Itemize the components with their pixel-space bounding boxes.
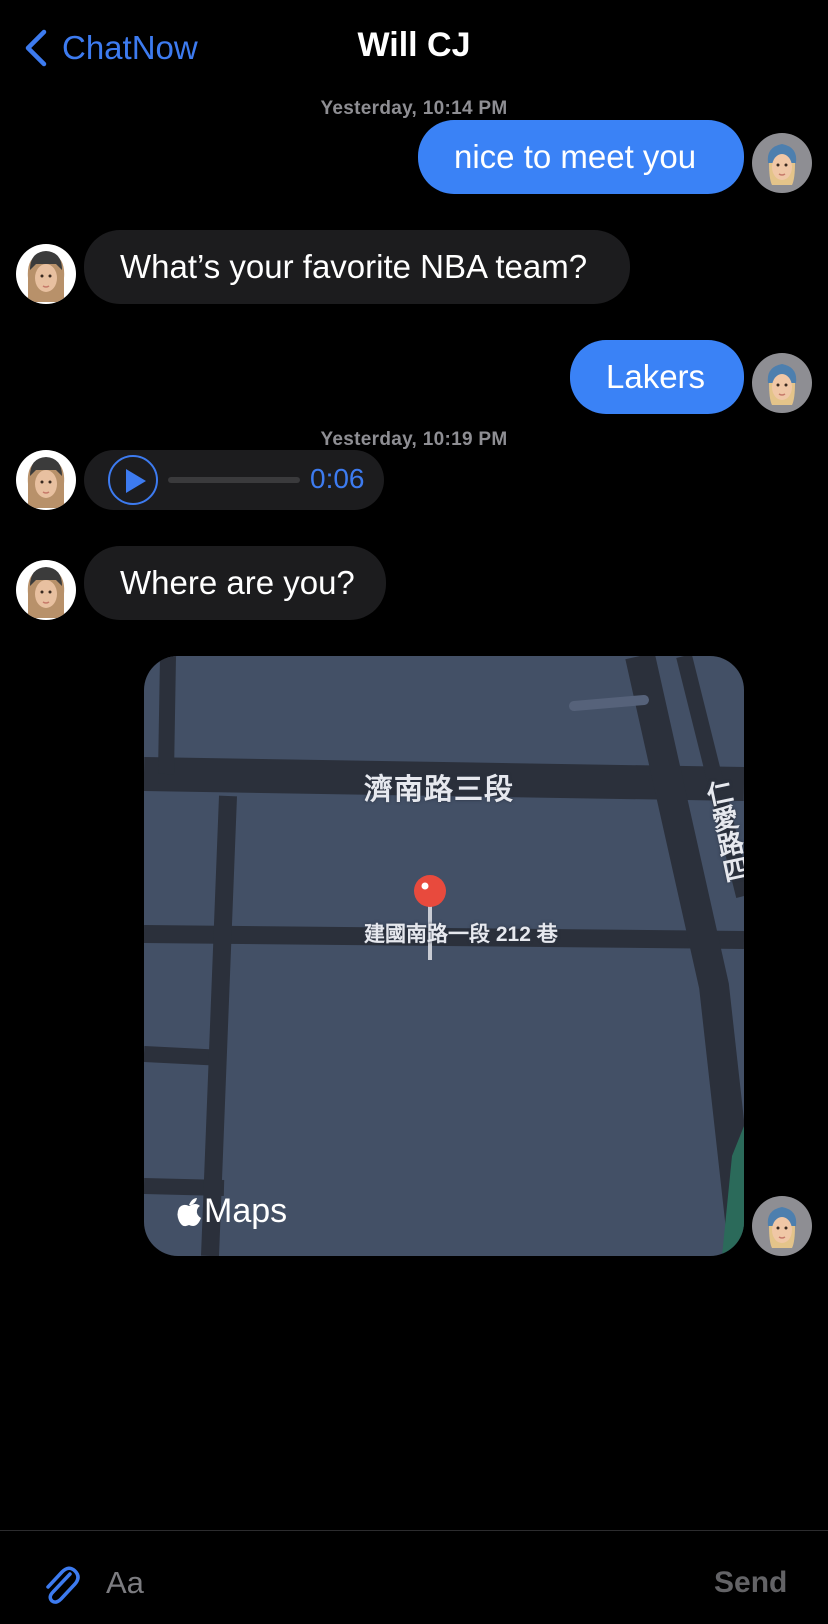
message-bubble-incoming[interactable]: What’s your favorite NBA team? [84, 230, 630, 304]
audio-progress-track[interactable] [168, 477, 300, 483]
send-button[interactable]: Send [714, 1566, 787, 1600]
audio-message[interactable]: 0:06 [84, 450, 384, 510]
avatar-memoji-icon [16, 244, 76, 304]
avatar-contact[interactable] [16, 560, 76, 620]
avatar-memoji-icon [752, 1196, 812, 1256]
apple-logo-icon [177, 1197, 201, 1226]
composer-divider [0, 1530, 828, 1531]
message-bubble-outgoing[interactable]: nice to meet you [418, 120, 744, 194]
maps-brand-label: Maps [204, 1192, 288, 1230]
map-road-label: 濟南路三段 [364, 774, 515, 806]
maps-brand: Maps [176, 1192, 287, 1231]
page-title: Will CJ [357, 26, 471, 64]
avatar-memoji-icon [752, 353, 812, 413]
avatar-memoji-icon [16, 450, 76, 510]
location-map-message[interactable]: 濟南路三段 仁愛路四 建國南路一段 212 巷 Maps [144, 656, 744, 1256]
avatar-contact[interactable] [16, 244, 76, 304]
chat-header: ChatNow Will CJ [0, 0, 828, 96]
message-input[interactable] [104, 1560, 668, 1606]
avatar-self[interactable] [752, 1196, 812, 1256]
avatar-self[interactable] [752, 133, 812, 193]
paperclip-icon[interactable] [40, 1560, 80, 1604]
audio-duration: 0:06 [310, 463, 365, 494]
avatar-memoji-icon [16, 560, 76, 620]
map-address-label: 建國南路一段 212 巷 [364, 923, 558, 946]
avatar-contact[interactable] [16, 450, 76, 510]
avatar-self[interactable] [752, 353, 812, 413]
play-icon [126, 469, 146, 493]
message-bubble-incoming[interactable]: Where are you? [84, 546, 386, 620]
timestamp: Yesterday, 10:14 PM [320, 98, 508, 119]
play-button[interactable] [108, 455, 158, 505]
avatar-memoji-icon [752, 133, 812, 193]
message-bubble-outgoing[interactable]: Lakers [570, 340, 744, 414]
timestamp: Yesterday, 10:19 PM [320, 429, 508, 450]
